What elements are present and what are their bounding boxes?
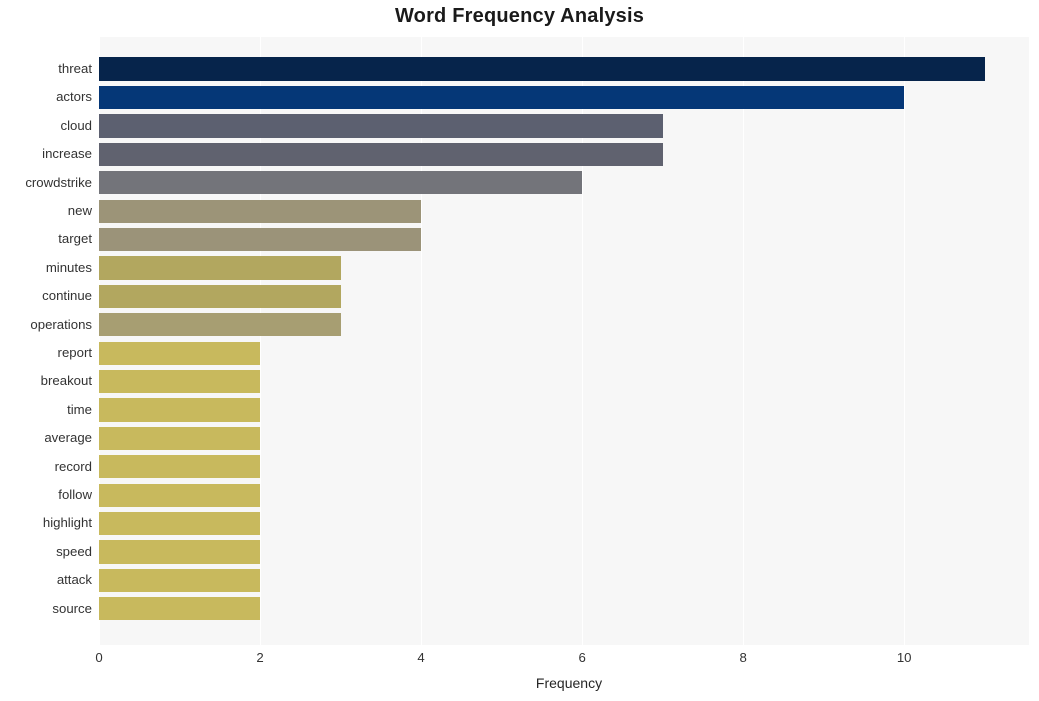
x-tick-label-4: 4	[417, 650, 425, 665]
bar[interactable]	[99, 370, 261, 394]
x-tick-label-8: 8	[739, 650, 747, 665]
y-tick-label-speed: speed	[56, 543, 92, 559]
x-tick-label-2: 2	[256, 650, 264, 665]
bars-layer	[99, 37, 1029, 645]
bar-row[interactable]	[99, 197, 1029, 225]
y-tick-label-record: record	[54, 458, 92, 474]
bar[interactable]	[99, 85, 905, 110]
bar-row[interactable]	[99, 509, 1029, 537]
bar-row[interactable]	[99, 367, 1029, 395]
bar-row[interactable]	[99, 55, 1029, 83]
bar[interactable]	[99, 426, 261, 451]
bar[interactable]	[99, 114, 663, 138]
x-axis-title: Frequency	[535, 675, 603, 691]
bar-row[interactable]	[99, 453, 1029, 481]
bar[interactable]	[99, 483, 261, 507]
bar[interactable]	[99, 455, 261, 479]
y-tick-label-time: time	[67, 401, 92, 417]
y-tick-label-crowdstrike: crowdstrike	[25, 174, 92, 190]
bar-row[interactable]	[99, 538, 1029, 566]
bar[interactable]	[99, 313, 341, 337]
x-tick-label-0: 0	[95, 650, 103, 665]
bar[interactable]	[99, 171, 583, 195]
y-tick-label-new: new	[67, 202, 92, 218]
bar[interactable]	[99, 256, 341, 280]
bar-row[interactable]	[99, 140, 1029, 168]
y-tick-label-operations: operations	[30, 316, 92, 332]
bar[interactable]	[99, 284, 341, 308]
x-tick-label-6: 6	[578, 650, 586, 665]
bar-row[interactable]	[99, 83, 1029, 111]
x-axis-tick-labels: 0 2 4 6 8 10	[0, 650, 1039, 670]
y-tick-label-attack: attack	[56, 572, 92, 588]
bar-row[interactable]	[99, 595, 1029, 623]
y-tick-label-breakout: breakout	[40, 373, 92, 389]
bar-row[interactable]	[99, 311, 1029, 339]
y-tick-label-threat: threat	[58, 60, 92, 76]
bar-row[interactable]	[99, 282, 1029, 310]
word-frequency-chart: Word Frequency Analysis threat actors clou…	[0, 0, 1039, 701]
bar-row[interactable]	[99, 225, 1029, 253]
y-tick-label-increase: increase	[42, 146, 92, 162]
bar[interactable]	[99, 540, 261, 564]
y-tick-label-cloud: cloud	[60, 117, 92, 133]
bar[interactable]	[99, 341, 261, 365]
x-tick-label-10: 10	[896, 650, 912, 665]
y-tick-label-minutes: minutes	[45, 259, 92, 275]
bar[interactable]	[99, 568, 261, 593]
y-tick-label-follow: follow	[58, 487, 92, 503]
bar[interactable]	[99, 512, 261, 536]
bar[interactable]	[99, 398, 261, 422]
y-tick-label-highlight: highlight	[42, 515, 92, 531]
bar[interactable]	[99, 199, 422, 223]
bar[interactable]	[99, 142, 663, 166]
y-tick-label-continue: continue	[42, 288, 92, 304]
bar[interactable]	[99, 597, 261, 621]
bar-row[interactable]	[99, 112, 1029, 140]
y-tick-label-report: report	[57, 345, 92, 360]
bar-row[interactable]	[99, 424, 1029, 452]
bar[interactable]	[99, 227, 422, 252]
y-tick-label-target: target	[58, 231, 92, 247]
y-tick-label-source: source	[52, 600, 92, 616]
bar-row[interactable]	[99, 339, 1029, 367]
bar-row[interactable]	[99, 481, 1029, 509]
chart-title: Word Frequency Analysis	[394, 5, 645, 27]
bar-row[interactable]	[99, 169, 1029, 197]
bar[interactable]	[99, 57, 985, 81]
bar-row[interactable]	[99, 254, 1029, 282]
y-tick-label-average: average	[44, 430, 92, 446]
plot-area	[99, 37, 1029, 645]
y-tick-label-actors: actors	[56, 89, 92, 105]
bar-row[interactable]	[99, 396, 1029, 424]
bar-row[interactable]	[99, 566, 1029, 594]
y-axis-tick-labels: threat actors cloud increase crowdstrike new t…	[0, 37, 92, 645]
